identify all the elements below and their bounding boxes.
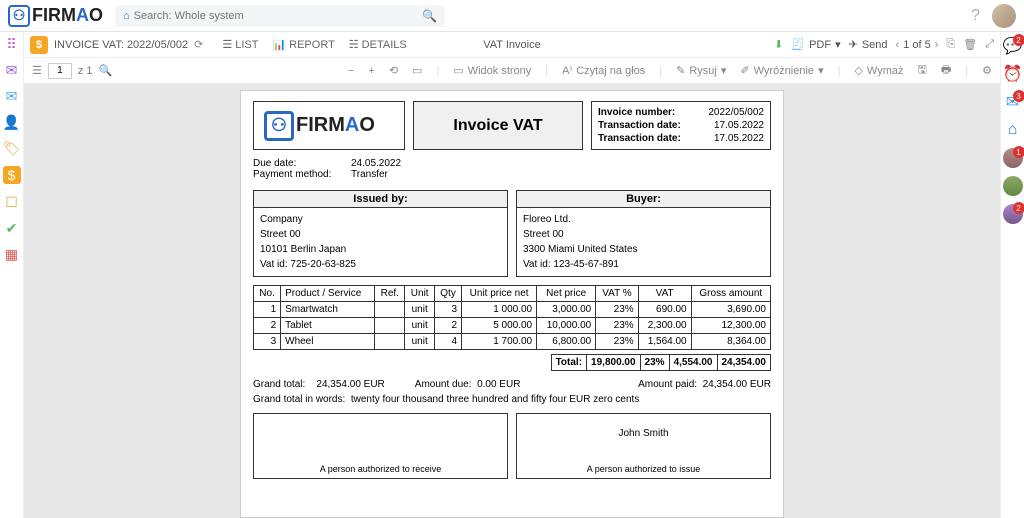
- doc-type-badge-icon: $: [30, 36, 48, 54]
- table-header-row: No. Product / Service Ref. Unit Qty Unit…: [254, 286, 771, 302]
- zoom-in-icon[interactable]: +: [368, 65, 374, 77]
- erase-icon: ◇: [854, 64, 862, 77]
- signature-receiver: A person authorized to receive: [253, 413, 508, 479]
- view-details-button[interactable]: ☵DETAILS: [344, 36, 412, 53]
- rotate-icon[interactable]: ⟲: [389, 64, 398, 77]
- sidebar-user-icon[interactable]: 👤: [4, 114, 20, 130]
- left-sidebar: ⠿ ✉ ✉ 👤 🏷 $ ☐ ✔ ▦: [0, 32, 24, 518]
- sidebar-apps-icon[interactable]: ⠿: [4, 36, 20, 52]
- page-view-button[interactable]: ▭Widok strony: [453, 64, 531, 77]
- pdf-dropdown[interactable]: 🧾PDF▾: [791, 38, 840, 51]
- presence-user-3[interactable]: 2: [1003, 204, 1023, 224]
- draw-icon: ✎: [676, 64, 685, 77]
- sidebar-finance-icon[interactable]: $: [3, 166, 21, 184]
- presence-user-1[interactable]: 1: [1003, 148, 1023, 168]
- list-icon: ☰: [222, 38, 232, 51]
- table-row: 2Tabletunit25 000.0010,000.0023%2,300.00…: [254, 318, 771, 334]
- buyer-box: Buyer: Floreo Ltd. Street 00 3300 Miami …: [516, 190, 771, 277]
- highlight-icon: ✐: [740, 64, 749, 77]
- totals-table: Total: 19,800.00 23% 4,554.00 24,354.00: [253, 354, 771, 371]
- notif-alarm[interactable]: ⏰: [1003, 64, 1023, 84]
- view-list-button[interactable]: ☰LIST: [217, 36, 263, 53]
- print-icon[interactable]: 🖶: [941, 61, 951, 80]
- page-info: 1 of 5: [903, 39, 931, 51]
- search-icon[interactable]: 🔍: [422, 9, 437, 23]
- search-scope-icon: ⌂: [123, 10, 130, 22]
- sidebar-calendar-icon[interactable]: ▦: [4, 246, 20, 262]
- doc-type-label: VAT Invoice: [483, 39, 540, 51]
- fit-icon[interactable]: ▭: [412, 64, 422, 77]
- delete-icon[interactable]: 🗑: [963, 38, 977, 51]
- pdf-viewer-toolbar: ☰ z 1 🔍 − + ⟲ ▭ | ▭Widok strony | A⁾Czyt…: [24, 58, 1000, 84]
- sidebar-box-icon[interactable]: ☐: [4, 194, 20, 210]
- document-toolbar: $ INVOICE VAT: 2022/05/002 ⟳ ☰LIST 📊REPO…: [24, 32, 1000, 58]
- search-container[interactable]: ⌂ 🔍: [115, 5, 445, 27]
- find-icon[interactable]: 🔍: [99, 64, 113, 77]
- sidebar-toggle-icon[interactable]: ☰: [32, 64, 42, 77]
- details-icon: ☵: [349, 38, 359, 51]
- draw-button[interactable]: ✎Rysuj▾: [676, 64, 726, 77]
- user-avatar[interactable]: [992, 4, 1016, 28]
- read-aloud-button[interactable]: A⁾Czytaj na głos: [562, 64, 645, 77]
- invoice-title: Invoice VAT: [413, 101, 583, 150]
- page-prev-icon[interactable]: ‹: [896, 39, 900, 51]
- erase-button[interactable]: ◇Wymaż: [854, 64, 903, 77]
- app-header: ⚇ FIRMAO ⌂ 🔍 ?: [0, 0, 1024, 32]
- sidebar-mail-icon[interactable]: ✉: [4, 88, 20, 104]
- invoice-logo-box: ⚇ FIRMAO: [253, 101, 405, 150]
- send-button[interactable]: ✈Send: [849, 38, 888, 51]
- table-row: 3Wheelunit41 700.006,800.0023%1,564.008,…: [254, 334, 771, 350]
- copy-icon[interactable]: ⎘: [946, 38, 955, 51]
- zoom-out-icon[interactable]: −: [348, 65, 354, 77]
- send-icon: ✈: [849, 38, 858, 51]
- invoice-meta: Invoice number:2022/05/002 Transaction d…: [591, 101, 771, 150]
- invoice-page: ⚇ FIRMAO Invoice VAT Invoice number:2022…: [240, 90, 784, 518]
- download-icon[interactable]: ⬇: [774, 38, 783, 51]
- notif-chat[interactable]: 💬2: [1003, 36, 1023, 56]
- invoice-due: Due date:24.05.2022 Payment method:Trans…: [253, 158, 771, 180]
- doc-title: INVOICE VAT: 2022/05/002: [54, 39, 188, 51]
- right-sidebar: 💬2 ⏰ ✉3 ⌂ 1 2: [1000, 32, 1024, 518]
- pdf-icon: 🧾: [791, 38, 805, 51]
- expand-icon[interactable]: ⤢: [985, 38, 994, 51]
- page-input[interactable]: [48, 63, 72, 79]
- highlight-button[interactable]: ✐Wyróżnienie▾: [740, 64, 823, 77]
- page-total: z 1: [78, 65, 93, 77]
- app-logo: ⚇ FIRMAO: [8, 5, 103, 27]
- notif-mail[interactable]: ✉3: [1003, 92, 1023, 112]
- logo-icon: ⚇: [8, 5, 30, 27]
- sidebar-tag-icon[interactable]: 🏷: [4, 140, 20, 156]
- signature-issuer: John Smith A person authorized to issue: [516, 413, 771, 479]
- page-view-icon: ▭: [453, 64, 463, 77]
- sidebar-check-icon[interactable]: ✔: [4, 220, 20, 236]
- speaker-icon: A⁾: [562, 64, 572, 77]
- grand-totals: Grand total: 24,354.00 EUR Amount due: 0…: [253, 379, 771, 405]
- search-input[interactable]: [134, 10, 422, 22]
- notif-logo[interactable]: ⌂: [1003, 120, 1023, 140]
- refresh-icon[interactable]: ⟳: [194, 38, 203, 51]
- report-icon: 📊: [272, 38, 286, 51]
- help-icon[interactable]: ?: [971, 7, 980, 25]
- invoice-logo-icon: ⚇: [264, 111, 294, 141]
- items-table: No. Product / Service Ref. Unit Qty Unit…: [253, 285, 771, 350]
- settings-icon[interactable]: ⚙: [982, 64, 992, 77]
- logo-text: FIRM: [32, 5, 76, 26]
- sidebar-chat-icon[interactable]: ✉: [4, 62, 20, 78]
- document-viewport[interactable]: ⚇ FIRMAO Invoice VAT Invoice number:2022…: [24, 84, 1000, 518]
- page-nav: ‹ 1 of 5 ›: [896, 39, 939, 51]
- view-report-button[interactable]: 📊REPORT: [267, 36, 339, 53]
- issued-by-box: Issued by: Company Street 00 10101 Berli…: [253, 190, 508, 277]
- page-next-icon[interactable]: ›: [935, 39, 939, 51]
- presence-user-2[interactable]: [1003, 176, 1023, 196]
- save-icon[interactable]: 🖫: [918, 61, 927, 80]
- table-row: 1Smartwatchunit31 000.003,000.0023%690.0…: [254, 302, 771, 318]
